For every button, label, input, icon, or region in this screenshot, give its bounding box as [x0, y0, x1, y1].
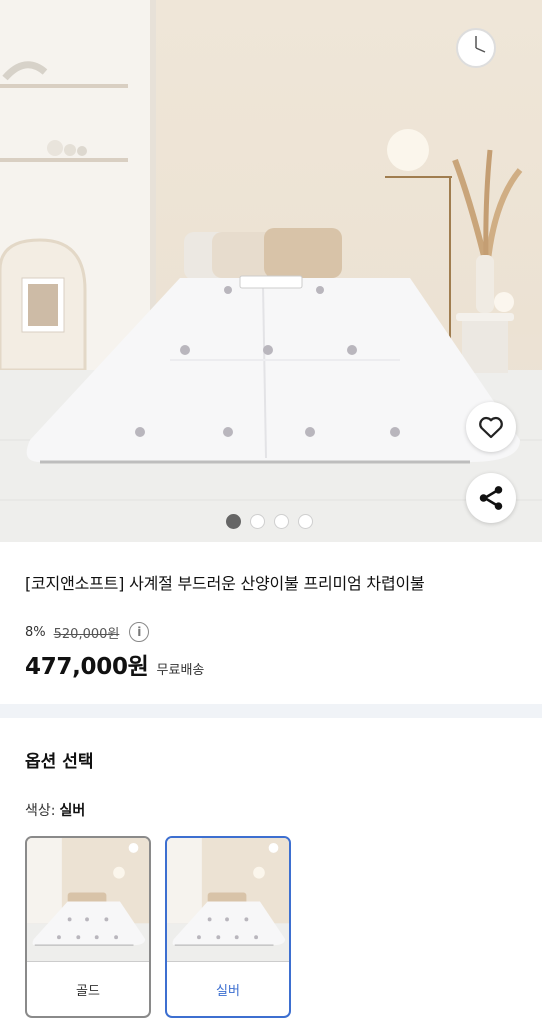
option-section-title: 옵션 선택	[25, 752, 94, 772]
section-divider	[0, 704, 542, 718]
option-label: 골드	[76, 983, 100, 999]
price-discount-row: 8% 520,000원 i	[25, 622, 150, 642]
original-price: 520,000원	[53, 626, 120, 642]
option-card-gold[interactable]: 골드	[25, 836, 151, 1018]
product-image[interactable]	[0, 0, 542, 542]
pagination-dot[interactable]	[250, 514, 265, 529]
pagination-dot[interactable]	[274, 514, 289, 529]
heart-icon	[479, 416, 503, 439]
option-label: 실버	[216, 983, 240, 999]
pagination-dot[interactable]	[226, 514, 241, 529]
sale-price: 477,000원	[25, 654, 149, 680]
color-label: 색상:	[25, 803, 56, 819]
shipping-label: 무료배송	[156, 663, 205, 678]
product-title: [코지앤소프트] 사계절 부드러운 산양이불 프리미엄 차렵이불	[25, 574, 425, 593]
like-button[interactable]	[466, 402, 516, 452]
info-icon[interactable]: i	[129, 622, 150, 642]
selected-color-value: 실버	[59, 803, 86, 819]
share-button[interactable]	[466, 473, 516, 523]
share-icon	[479, 486, 503, 510]
selected-color-line: 색상: 실버	[25, 800, 85, 820]
option-thumbnail	[167, 838, 289, 962]
image-pagination	[226, 514, 313, 529]
price-row: 477,000원 무료배송	[25, 647, 204, 681]
bedroom-photo	[0, 0, 542, 542]
option-card-silver[interactable]: 실버	[165, 836, 291, 1018]
pagination-dot[interactable]	[298, 514, 313, 529]
option-thumbnail	[27, 838, 149, 962]
discount-rate: 8%	[25, 624, 46, 640]
